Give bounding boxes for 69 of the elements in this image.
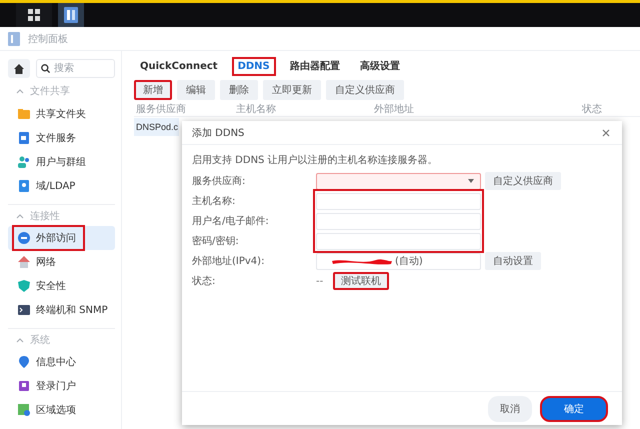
sidebar-item[interactable]: 网络: [8, 250, 115, 274]
close-icon: [600, 126, 612, 138]
toolbar-button[interactable]: 新增: [134, 80, 172, 100]
shield-icon: [17, 279, 31, 293]
side-button[interactable]: 自动设置: [485, 252, 541, 270]
terminal-icon: [17, 303, 31, 317]
sidebar-item[interactable]: 用户与群组: [8, 150, 115, 174]
sidebar-item[interactable]: 外部访问: [8, 226, 115, 250]
field-label: 外部地址(IPv4):: [192, 254, 266, 268]
chevron-icon[interactable]: [16, 212, 24, 218]
dropdown-caret-icon: [468, 179, 474, 183]
dialog-title: 添加 DDNS: [192, 126, 244, 140]
close-button[interactable]: [600, 126, 612, 138]
sidebar-item[interactable]: 域/LDAP: [8, 174, 115, 198]
confirm-button[interactable]: 确定: [540, 396, 608, 422]
input-field[interactable]: [316, 192, 481, 210]
test-connection-button[interactable]: 测试联机: [333, 272, 390, 290]
field-label: 状态:: [192, 274, 216, 288]
window-title: 控制面板: [28, 32, 68, 46]
info-icon: [17, 355, 31, 369]
dialog-description: 启用支持 DDNS 让用户以注册的主机名称连接服务器。: [192, 154, 439, 167]
toolbar-button[interactable]: 自定义供应商: [326, 80, 404, 100]
search-icon: [41, 64, 50, 73]
search-field[interactable]: 搜索: [36, 59, 115, 78]
cancel-button[interactable]: 取消: [488, 396, 532, 422]
sidebar-item[interactable]: 登录门户: [8, 374, 115, 398]
house-icon: [17, 255, 31, 269]
folder-icon: [17, 107, 31, 121]
address-field[interactable]: (自动): [316, 252, 481, 270]
home-icon: [14, 64, 24, 74]
tab[interactable]: QuickConnect: [134, 56, 224, 76]
side-button[interactable]: 自定义供应商: [485, 172, 561, 190]
address-value: (自动): [395, 255, 423, 268]
toolbar-button[interactable]: 删除: [220, 80, 258, 100]
tab[interactable]: 高级设置: [354, 55, 406, 77]
control-panel-icon: [8, 32, 20, 46]
column-header: 状态: [581, 102, 603, 116]
users-icon: [17, 155, 31, 169]
map-icon: [17, 403, 31, 417]
control-panel-icon[interactable]: [64, 7, 78, 23]
input-field[interactable]: [316, 232, 481, 250]
chevron-icon[interactable]: [16, 88, 24, 94]
sidebar-item[interactable]: 信息中心: [8, 350, 115, 374]
tab[interactable]: 路由器配置: [284, 55, 346, 77]
column-header: 服务供应商: [135, 102, 187, 116]
column-header: 主机名称: [235, 102, 277, 116]
sidebar-item[interactable]: 共享文件夹: [8, 102, 115, 126]
provider-select[interactable]: [316, 172, 481, 190]
portal-icon: [17, 379, 31, 393]
field-label: 密码/密钥:: [192, 234, 240, 248]
field-label: 主机名称:: [192, 194, 236, 208]
sidebar-item[interactable]: 安全性: [8, 274, 115, 298]
status-value: --: [316, 276, 324, 286]
document-icon: [17, 131, 31, 145]
sidebar-item[interactable]: 区域选项: [8, 398, 115, 422]
sidebar-item[interactable]: 文件服务: [8, 126, 115, 150]
sidebar-item[interactable]: 终端机和 SNMP: [8, 298, 115, 322]
field-label: 用户名/电子邮件:: [192, 214, 270, 228]
tab[interactable]: DDNS: [232, 56, 276, 76]
toolbar-button[interactable]: 立即更新: [263, 80, 321, 100]
table-cell: DNSPod.c: [134, 118, 180, 136]
chevron-icon[interactable]: [16, 336, 24, 342]
home-button[interactable]: [8, 59, 30, 78]
column-header: 外部地址: [373, 102, 415, 116]
toolbar-button[interactable]: 编辑: [177, 80, 215, 100]
grid-icon[interactable]: [28, 9, 40, 21]
field-label: 服务供应商:: [192, 174, 246, 188]
input-field[interactable]: [316, 212, 481, 230]
id-card-icon: [17, 179, 31, 193]
